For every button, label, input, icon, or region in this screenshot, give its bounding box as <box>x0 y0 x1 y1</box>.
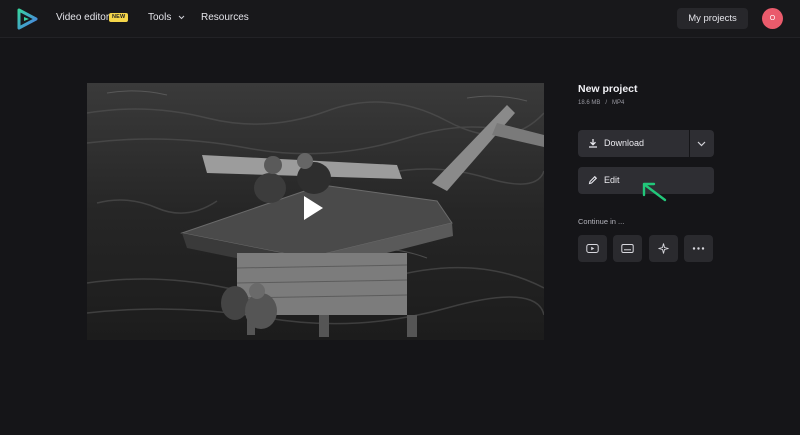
arrow-pointer-icon <box>642 182 667 202</box>
edit-label: Edit <box>604 175 620 185</box>
more-icon <box>692 247 705 250</box>
chevron-down-icon <box>178 15 185 20</box>
continue-more-button[interactable] <box>684 235 713 262</box>
youtube-icon <box>586 244 599 253</box>
chevron-down-icon <box>697 141 706 147</box>
continue-captions-button[interactable] <box>613 235 642 262</box>
video-preview[interactable] <box>87 83 544 340</box>
play-button[interactable] <box>304 196 323 220</box>
nav-tools-label: Tools <box>148 12 172 23</box>
sparkle-icon <box>658 243 669 254</box>
new-badge: NEW <box>109 13 129 22</box>
download-button[interactable]: Download <box>578 130 689 157</box>
continue-ai-button[interactable] <box>649 235 678 262</box>
nav-tools[interactable]: Tools <box>148 12 185 23</box>
download-label: Download <box>604 138 645 148</box>
download-options-button[interactable] <box>690 130 714 157</box>
file-meta: 18.6 MB / MP4 <box>578 100 624 106</box>
nav-resources[interactable]: Resources <box>201 12 249 23</box>
pencil-icon <box>588 175 598 185</box>
download-icon <box>589 139 597 148</box>
continue-youtube-button[interactable] <box>578 235 607 262</box>
avatar[interactable]: O <box>762 8 783 29</box>
continue-in-label: Continue in ... <box>578 217 625 226</box>
project-title: New project <box>578 83 638 95</box>
file-size: 18.6 MB <box>578 100 601 106</box>
logo-icon[interactable] <box>16 8 38 30</box>
top-bar: Video editor NEW Tools Resources My proj… <box>0 0 800 38</box>
my-projects-button[interactable]: My projects <box>677 8 748 29</box>
meta-separator: / <box>605 100 608 106</box>
file-format: MP4 <box>612 100 625 106</box>
nav-video-editor[interactable]: Video editor <box>56 12 109 23</box>
captions-icon <box>621 244 634 253</box>
